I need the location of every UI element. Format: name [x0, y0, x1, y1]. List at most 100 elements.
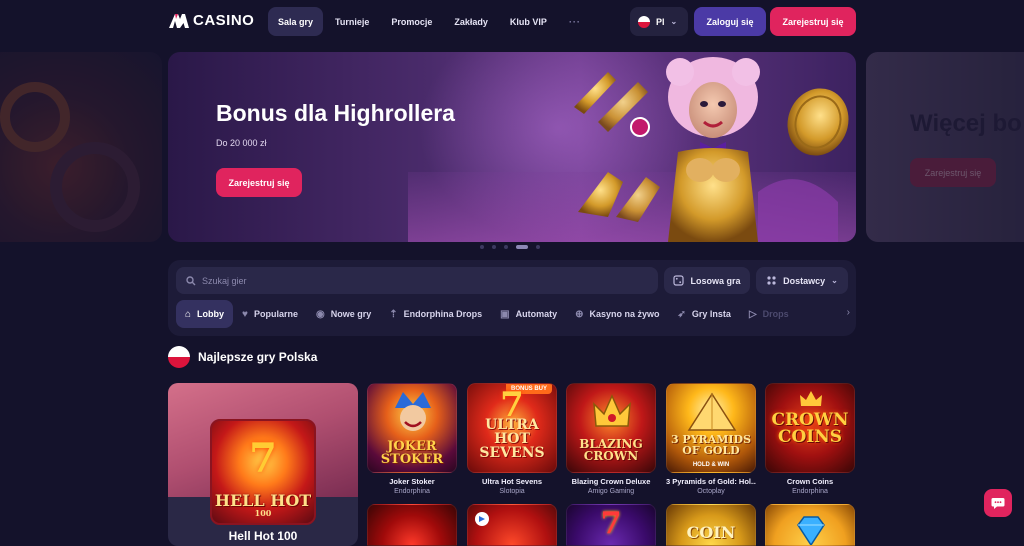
- game-name: Blazing Crown Deluxe: [571, 477, 651, 486]
- hero-banner[interactable]: Bonus dla Highrollera Do 20 000 zł Zarej…: [168, 52, 856, 242]
- game-tile[interactable]: [467, 504, 557, 546]
- game-tile[interactable]: [367, 504, 457, 546]
- chevron-down-icon: ⌄: [670, 17, 678, 26]
- next-slide-register-button[interactable]: Zarejestruj się: [910, 158, 996, 187]
- nav-klub-vip[interactable]: Klub VIP: [500, 7, 557, 36]
- game-tile[interactable]: JOKER STOKER Joker Stoker Endorphina: [367, 383, 457, 495]
- nav-sala-gry[interactable]: Sala gry: [268, 7, 324, 36]
- tab-label: Lobby: [197, 309, 225, 319]
- random-game-label: Losowa gra: [690, 275, 741, 286]
- top-header: CASINO Sala gry Turnieje Promocje Zakład…: [0, 0, 1024, 44]
- providers-label: Dostawcy: [783, 275, 826, 286]
- tab-gry-insta[interactable]: ➶ Gry Insta: [669, 300, 740, 328]
- new-icon: ◉: [316, 308, 325, 320]
- featured-game-art: 7 HELL HOT 100: [210, 419, 316, 525]
- tab-label: Gry Insta: [691, 309, 731, 319]
- tab-label: Endorphina Drops: [403, 309, 483, 319]
- game-tile[interactable]: BONUS BUY 7 ULTRA HOT SEVENS Ultra Hot S…: [467, 383, 557, 495]
- main-nav: Sala gry Turnieje Promocje Zakłady Klub …: [268, 7, 591, 36]
- chat-button[interactable]: [984, 489, 1012, 517]
- providers-dropdown[interactable]: Dostawcy ⌄: [756, 267, 848, 294]
- game-name: Ultra Hot Sevens: [481, 477, 543, 486]
- nav-zaklady[interactable]: Zakłady: [444, 7, 498, 36]
- crown-icon: [800, 391, 822, 406]
- category-tabs: ⌂ Lobby ♥ Popularne ◉ Nowe gry ⇡ Endorphina …: [176, 300, 848, 328]
- vip-character-illustration: [574, 57, 849, 242]
- tab-endorphina-drops[interactable]: ⇡ Endorphina Drops: [380, 300, 491, 328]
- game-tile[interactable]: CROWN COINS Crown Coins Endorphina: [765, 383, 855, 495]
- carousel-dot[interactable]: [536, 245, 540, 249]
- game-tile[interactable]: 3 PYRAMIDS OF GOLD HOLD & WIN 3 Pyramids…: [666, 383, 756, 495]
- register-button[interactable]: Zarejestruj się: [770, 7, 856, 36]
- tab-label: Drops: [762, 309, 789, 319]
- game-provider: Endorphina: [394, 488, 430, 495]
- game-art-text: 3 PYRAMIDS OF GOLD: [670, 433, 752, 457]
- rocket-icon: ➶: [677, 308, 686, 320]
- game-art-text: ULTRA HOT SEVENS: [479, 417, 545, 461]
- joker-icon: [395, 392, 431, 431]
- game-thumbnail: JOKER STOKER: [367, 383, 457, 473]
- heart-icon: ♥: [242, 308, 248, 320]
- tab-drops[interactable]: ▷ Drops: [740, 300, 798, 328]
- tab-label: Nowe gry: [330, 309, 372, 319]
- section-title: Najlepsze gry Polska: [198, 350, 318, 364]
- tab-kasyno-na-zywo[interactable]: ⊕ Kasyno na żywo: [566, 300, 668, 328]
- carousel-next-slide[interactable]: Więcej bo Zarejestruj się: [866, 52, 1024, 242]
- pyramid-icon: [687, 392, 737, 431]
- coin-decoration: [0, 82, 70, 152]
- live-icon: ⊕: [575, 308, 584, 320]
- carousel-dots: [480, 245, 540, 249]
- tab-popularne[interactable]: ♥ Popularne: [233, 300, 307, 328]
- tab-lobby[interactable]: ⌂ Lobby: [176, 300, 234, 328]
- section-header: Najlepsze gry Polska: [168, 346, 317, 368]
- search-placeholder: Szukaj gier: [202, 275, 247, 286]
- casino-logo[interactable]: CASINO: [168, 12, 254, 29]
- carousel-dot-active[interactable]: [516, 245, 528, 249]
- hero-title: Bonus dla Highrollera: [216, 100, 455, 126]
- tab-nowe-gry[interactable]: ◉ Nowe gry: [307, 300, 380, 328]
- chevron-right-icon[interactable]: ›: [847, 307, 850, 318]
- chat-bubble-icon: [991, 497, 1005, 509]
- search-input[interactable]: Szukaj gier: [176, 267, 658, 294]
- poland-flag-icon: [638, 15, 650, 28]
- tab-label: Kasyno na żywo: [589, 309, 660, 319]
- logo-text: CASINO: [193, 12, 255, 29]
- game-tile[interactable]: BLAZING CROWN Blazing Crown Deluxe Amigo…: [566, 383, 656, 495]
- hero-subtitle: Do 20 000 zł: [216, 138, 267, 148]
- game-art-small-text: HOLD & WIN: [692, 462, 730, 468]
- home-icon: ⌂: [185, 308, 192, 320]
- featured-game-card[interactable]: 7 HELL HOT 100 Hell Hot 100: [168, 383, 358, 546]
- language-code: Pl: [656, 16, 665, 27]
- drops-icon: ▷: [748, 308, 757, 320]
- tab-label: Automaty: [515, 309, 558, 319]
- featured-game-name: Hell Hot 100: [228, 529, 298, 543]
- game-provider: Amigo Gaming: [587, 488, 635, 495]
- carousel-dot[interactable]: [492, 245, 496, 249]
- game-name: Joker Stoker: [389, 477, 435, 486]
- featured-game-art-small: 100: [254, 508, 272, 518]
- carousel-prev-slide[interactable]: [0, 52, 162, 242]
- crown-icon: [593, 394, 631, 427]
- game-tile[interactable]: COIN: [666, 504, 756, 546]
- tab-automaty[interactable]: ▣ Automaty: [491, 300, 566, 328]
- tab-label: Popularne: [253, 309, 298, 319]
- login-button[interactable]: Zaloguj się: [694, 7, 766, 36]
- carousel-dot[interactable]: [504, 245, 508, 249]
- game-provider: Octoplay: [697, 488, 725, 495]
- game-thumbnail: BLAZING CROWN: [566, 383, 656, 473]
- chevron-down-icon: ⌄: [831, 276, 838, 285]
- providers-icon: [767, 276, 776, 285]
- more-menu-icon[interactable]: ···: [559, 7, 591, 36]
- game-tile[interactable]: 7: [566, 504, 656, 546]
- seven-icon: 7: [600, 506, 622, 541]
- hero-register-button[interactable]: Zarejestruj się: [216, 168, 302, 197]
- game-thumbnail: CROWN COINS: [765, 383, 855, 473]
- game-filter-panel: Szukaj gier Losowa gra Dostawcy ⌄ ⌂ Lobby…: [168, 260, 856, 336]
- nav-turnieje[interactable]: Turnieje: [325, 7, 379, 36]
- random-game-button[interactable]: Losowa gra: [664, 267, 750, 294]
- game-name: 3 Pyramids of Gold: Hol...: [666, 477, 756, 486]
- game-tile[interactable]: [765, 504, 855, 546]
- carousel-dot[interactable]: [480, 245, 484, 249]
- nav-promocje[interactable]: Promocje: [381, 7, 442, 36]
- language-selector[interactable]: Pl ⌄: [630, 7, 688, 36]
